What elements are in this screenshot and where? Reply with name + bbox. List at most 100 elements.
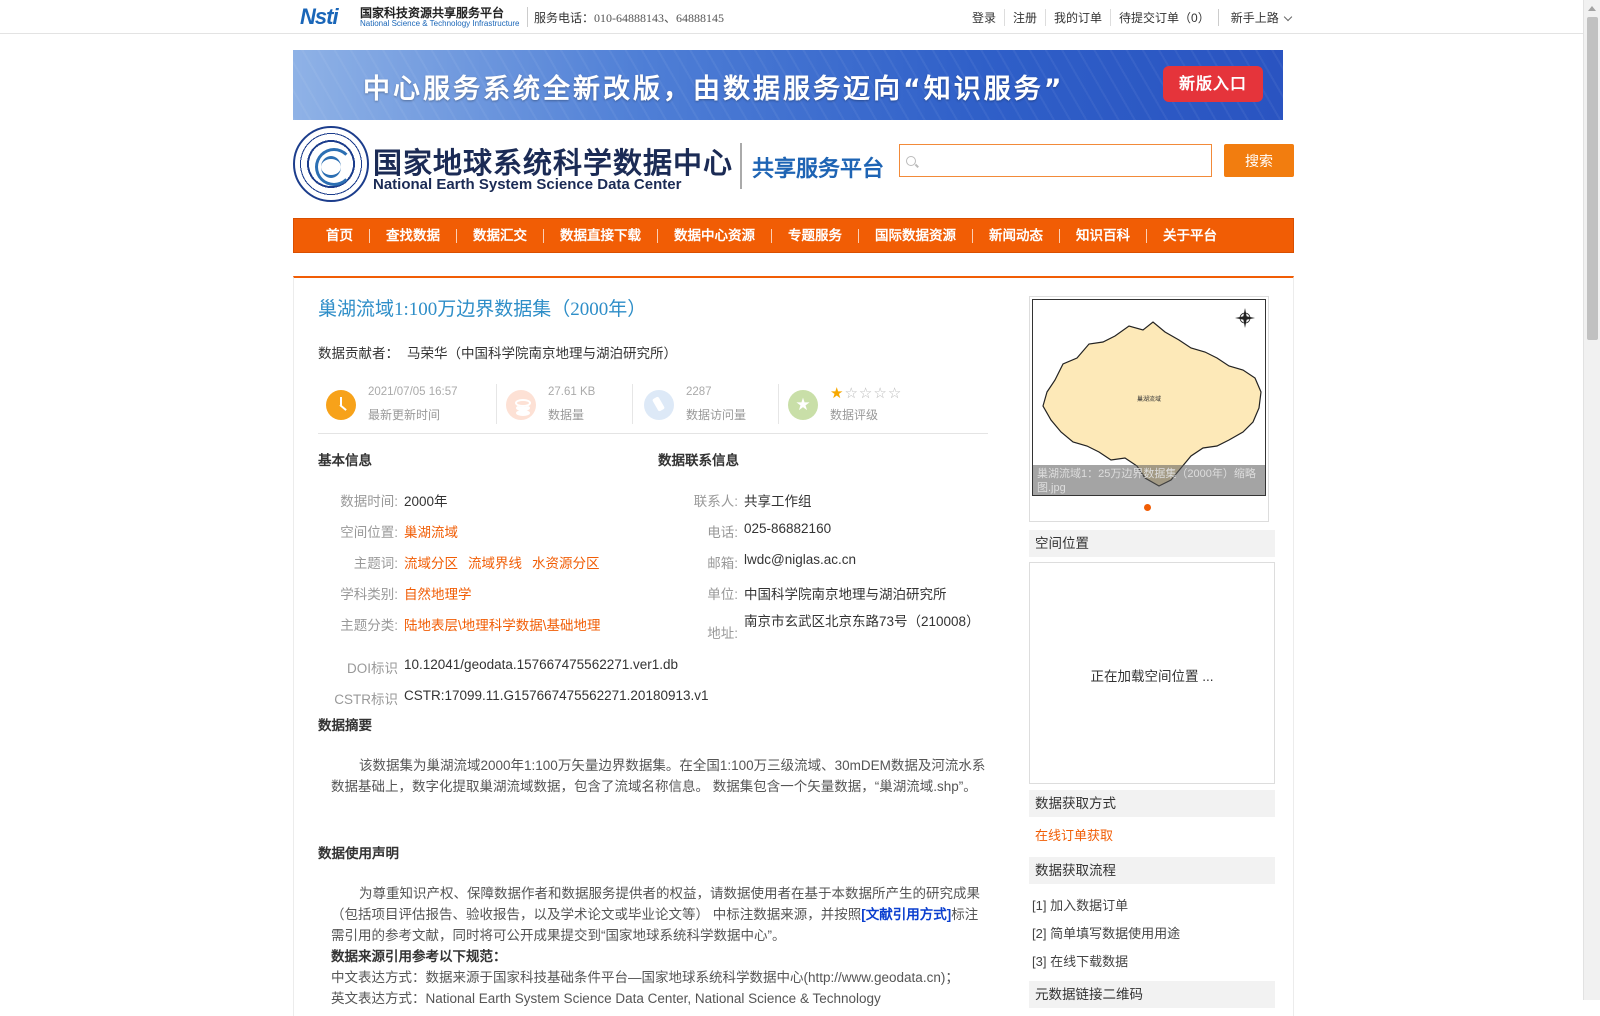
main-nav: 首页 查找数据 数据汇交 数据直接下载 数据中心资源 专题服务 国际数据资源 新… xyxy=(293,218,1294,253)
rating-stars[interactable]: ★☆☆☆☆ xyxy=(830,384,902,402)
stat-label: 数据量 xyxy=(548,408,585,422)
search-button[interactable]: 搜索 xyxy=(1224,144,1294,177)
nav-thematic-services[interactable]: 专题服务 xyxy=(771,228,858,243)
info-theme: 主题分类: 陆地表层\地理科学数据\基础地理 xyxy=(340,614,601,634)
star-empty-icon[interactable]: ☆ xyxy=(859,385,873,402)
process-heading: 数据获取流程 xyxy=(1029,857,1275,884)
star-empty-icon[interactable]: ☆ xyxy=(888,385,902,402)
thumbnail-carousel[interactable]: 巢湖流域 巢湖流域1：25万边界数据集（2000年）缩略图.jpg xyxy=(1029,296,1269,522)
divider xyxy=(632,384,633,424)
scroll-up-icon[interactable] xyxy=(1584,0,1600,17)
search-icon xyxy=(906,156,916,166)
dataset-stats: 2021/07/05 16:57 最新更新时间 27.61 KB 数据量 228… xyxy=(318,382,988,434)
spatial-map[interactable]: 正在加载空间位置 ... xyxy=(1029,562,1275,784)
process-step: [2] 简单填写数据使用用途 xyxy=(1032,926,1181,941)
nav-knowledge[interactable]: 知识百科 xyxy=(1059,228,1146,243)
contact-person: 联系人: 共享工作组 xyxy=(694,490,812,510)
header-divider xyxy=(740,143,742,189)
vertical-scrollbar[interactable] xyxy=(1583,0,1600,1000)
citation-rule-heading: 数据来源引用参考以下规范： xyxy=(331,949,507,964)
keyword-link[interactable]: 流域界线 xyxy=(468,556,522,571)
online-order-link[interactable]: 在线订单获取 xyxy=(1035,825,1113,844)
info-location: 空间位置: 巢湖流域 xyxy=(340,521,458,541)
nav-international-data[interactable]: 国际数据资源 xyxy=(858,228,972,243)
platform-name: 共享服务平台 xyxy=(752,157,885,182)
user-links: 登录 注册 我的订单 待提交订单（0） 新手上路 xyxy=(964,9,1299,26)
search-input[interactable] xyxy=(900,145,1211,176)
new-version-button[interactable]: 新版入口 xyxy=(1163,66,1263,102)
basic-info-heading: 基本信息 xyxy=(318,453,372,469)
carousel-dot[interactable] xyxy=(1144,504,1151,511)
clock-icon xyxy=(326,390,356,420)
divider xyxy=(778,384,779,424)
info-label: 空间位置: xyxy=(340,525,398,540)
info-discipline: 学科类别: 自然地理学 xyxy=(340,583,472,603)
nav-about[interactable]: 关于平台 xyxy=(1146,228,1233,243)
info-value: 共享工作组 xyxy=(744,494,812,509)
thumbnail-map[interactable]: 巢湖流域 巢湖流域1：25万边界数据集（2000年）缩略图.jpg xyxy=(1032,299,1266,496)
info-label: 学科类别: xyxy=(340,587,398,602)
nsti-mark: Nsti xyxy=(300,4,339,29)
stat-label: 数据访问量 xyxy=(686,408,747,422)
thumbnail-caption: 巢湖流域1：25万边界数据集（2000年）缩略图.jpg xyxy=(1033,465,1265,495)
pending-orders-link[interactable]: 待提交订单（0） xyxy=(1110,9,1218,26)
keyword-link[interactable]: 流域分区 xyxy=(404,556,458,571)
location-link[interactable]: 巢湖流域 xyxy=(404,525,458,540)
info-cstr: CSTR标识 CSTR:17099.11.G157667475562271.201… xyxy=(334,688,709,707)
nav-news[interactable]: 新闻动态 xyxy=(972,228,1059,243)
stat-value: 27.61 KB xyxy=(548,386,596,398)
site-name-en: National Earth System Science Data Cente… xyxy=(373,176,682,193)
star-filled-icon[interactable]: ★ xyxy=(830,385,844,402)
login-link[interactable]: 登录 xyxy=(964,9,1004,26)
nav-center-resources[interactable]: 数据中心资源 xyxy=(657,228,771,243)
scrollbar-thumb[interactable] xyxy=(1587,17,1598,340)
stat-updated: 2021/07/05 16:57 最新更新时间 xyxy=(318,382,488,426)
info-value: 中国科学院南京地理与湖泊研究所 xyxy=(744,587,947,602)
contact-phone: 电话: 025-86882160 xyxy=(707,521,832,540)
keyword-link[interactable]: 水资源分区 xyxy=(532,556,600,571)
spatial-heading: 空间位置 xyxy=(1029,530,1275,557)
stat-value: 2287 xyxy=(686,386,712,398)
email-value[interactable]: lwdc@niglas.ac.cn xyxy=(744,552,856,567)
guide-label: 新手上路 xyxy=(1230,11,1279,25)
promo-banner[interactable]: 中心服务系统全新改版，由数据服务迈向“知识服务” 新版入口 xyxy=(293,50,1283,120)
star-empty-icon[interactable]: ☆ xyxy=(873,385,887,402)
hotline-numbers: 010-64888143、64888145 xyxy=(594,11,725,25)
stat-value: 2021/07/05 16:57 xyxy=(368,386,458,398)
beginner-guide-dropdown[interactable]: 新手上路 xyxy=(1217,9,1299,26)
star-empty-icon[interactable]: ☆ xyxy=(844,385,858,402)
nsti-logo[interactable]: Nsti 国家科技资源共享服务平台 National Science & Tec… xyxy=(300,2,522,30)
discipline-link[interactable]: 自然地理学 xyxy=(404,587,472,602)
info-label: 联系人: xyxy=(693,494,738,509)
contact-unit: 单位: 中国科学院南京地理与湖泊研究所 xyxy=(707,583,947,603)
site-logo[interactable]: 国家地球系统科学数据中心 National Earth System Scien… xyxy=(293,126,733,202)
contributor: 数据贡献者： 马荣华（中国科学院南京地理与湖泊研究所） xyxy=(318,342,677,362)
nav-direct-download[interactable]: 数据直接下载 xyxy=(543,228,657,243)
stat-label: 最新更新时间 xyxy=(368,408,441,422)
info-label: 电话: xyxy=(707,525,738,540)
citation-en: 英文表达方式：National Earth System Science Dat… xyxy=(331,991,881,1006)
my-orders-link[interactable]: 我的订单 xyxy=(1045,9,1110,26)
hotline-label: 服务电话： xyxy=(534,11,595,25)
info-value: 025-86882160 xyxy=(744,521,832,536)
doi-value[interactable]: 10.12041/geodata.157667475562271.ver1.db xyxy=(404,657,678,672)
abstract-heading: 数据摘要 xyxy=(318,718,372,734)
register-link[interactable]: 注册 xyxy=(1004,9,1045,26)
stat-label: 数据评级 xyxy=(830,408,879,422)
theme-link[interactable]: 陆地表层\地理科学数据\基础地理 xyxy=(404,618,601,633)
abstract-text: 该数据集为巢湖流域2000年1:100万矢量边界数据集。在全国1:100万三级流… xyxy=(331,758,986,794)
nsti-subtitle: National Science & Technology Infrastruc… xyxy=(360,19,520,28)
cursor-icon xyxy=(644,390,674,420)
nav-home[interactable]: 首页 xyxy=(310,229,369,243)
info-label: CSTR标识 xyxy=(334,692,398,707)
info-label: 主题词: xyxy=(353,556,398,571)
info-keywords: 主题词: 流域分区 流域界线 水资源分区 xyxy=(354,552,610,572)
info-time: 数据时间: 2000年 xyxy=(340,490,447,510)
nav-find-data[interactable]: 查找数据 xyxy=(369,228,456,243)
contact-address: 地址: 南京市玄武区北京东路73号（210008） xyxy=(707,611,979,641)
cstr-value[interactable]: CSTR:17099.11.G157667475562271.20180913.… xyxy=(404,688,709,703)
divider xyxy=(496,384,497,424)
stat-size: 27.61 KB 数据量 xyxy=(498,382,628,426)
nav-data-submission[interactable]: 数据汇交 xyxy=(456,228,543,243)
citation-format-link[interactable]: [文献引用方式] xyxy=(861,907,951,922)
